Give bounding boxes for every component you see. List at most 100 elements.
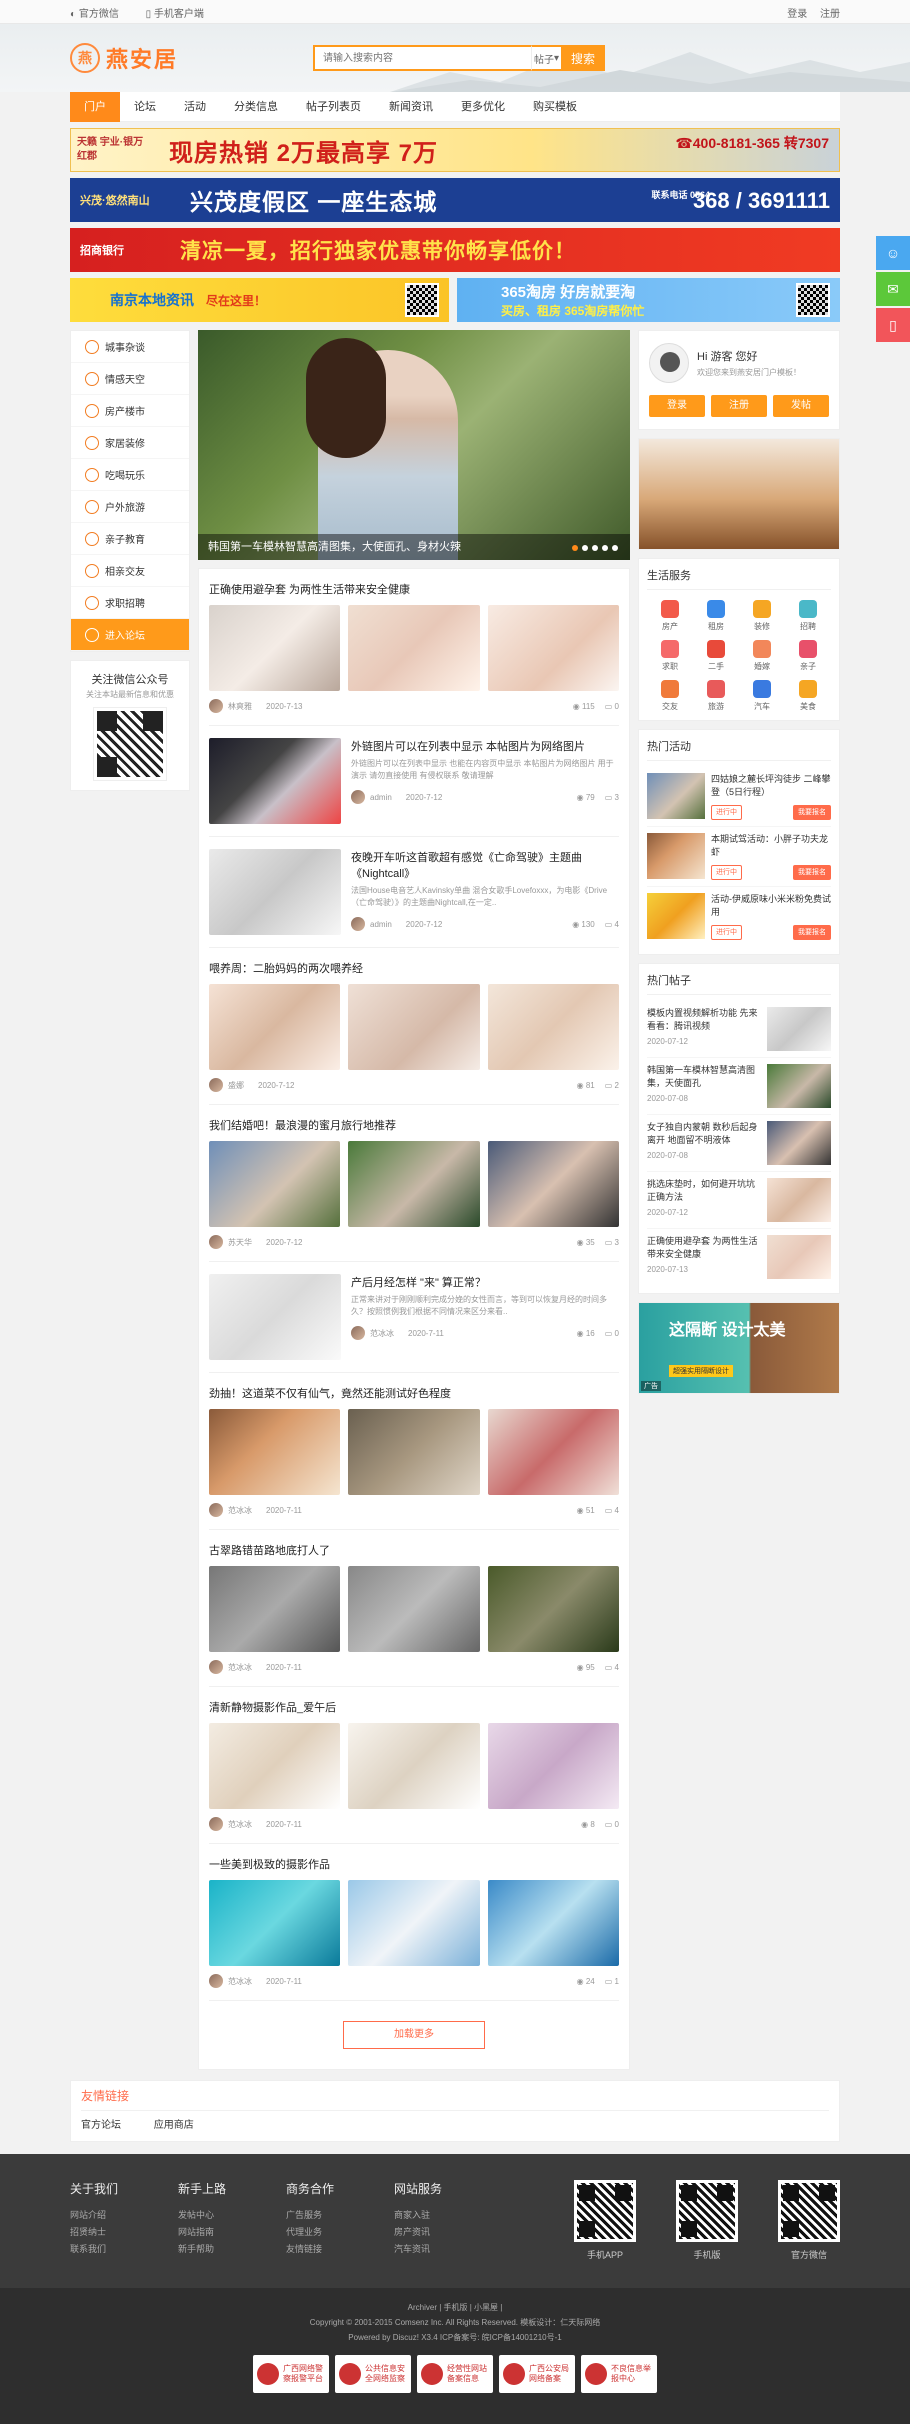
- banner-local-news[interactable]: 南京本地资讯 尽在这里！: [70, 278, 449, 322]
- search-input[interactable]: [313, 45, 532, 71]
- login-button[interactable]: 登录: [649, 395, 705, 417]
- footer-link[interactable]: 汽车资讯: [394, 2241, 502, 2258]
- hot-post-item[interactable]: 模板内置视频解析功能 先来看看：腾讯视频 2020-07-12: [647, 1001, 831, 1058]
- mobile-icon[interactable]: ▯: [876, 308, 910, 342]
- badge-business[interactable]: 经营性网站备案信息: [417, 2355, 493, 2393]
- post-image[interactable]: [348, 1723, 480, 1809]
- signup-button[interactable]: 我要报名: [793, 865, 831, 880]
- footer-link[interactable]: 友情链接: [286, 2241, 394, 2258]
- post-item[interactable]: 喂养周：二胎妈妈的两次喂养经 盛娜 2020-7-12 ◉ 81 ▭ 2: [209, 948, 619, 1105]
- post-item[interactable]: 产后月经怎样 "来" 算正常？ 正常来讲对于刚刚顺利完成分娩的女性而言，等到可以…: [209, 1262, 619, 1373]
- avatar[interactable]: [209, 699, 223, 713]
- post-title[interactable]: 清新静物摄影作品_爱午后: [209, 1699, 619, 1715]
- friend-link[interactable]: 官方论坛: [81, 2120, 121, 2131]
- post-image[interactable]: [209, 1566, 341, 1652]
- post-image[interactable]: [209, 849, 341, 935]
- post-image[interactable]: [209, 1409, 341, 1495]
- nav-item-forum[interactable]: 论坛: [120, 92, 170, 122]
- activity-title[interactable]: 活动-伊威原味小米米粉免费试用: [711, 893, 831, 919]
- customer-service-icon[interactable]: ☺: [876, 236, 910, 270]
- post-title[interactable]: 外链图片可以在列表中显示 本帖图片为网络图片: [351, 738, 619, 754]
- hot-post-image[interactable]: [767, 1064, 831, 1108]
- post-item[interactable]: 劲抽！这道菜不仅有仙气，竟然还能测试好色程度 范冰冰 2020-7-11 ◉ 51 ▭…: [209, 1373, 619, 1530]
- avatar[interactable]: [209, 1817, 223, 1831]
- footer-link[interactable]: 网站指南: [178, 2224, 286, 2241]
- post-title[interactable]: 喂养周：二胎妈妈的两次喂养经: [209, 960, 619, 976]
- category-city-talk[interactable]: 城事杂谈: [71, 331, 189, 363]
- nav-item-thread-list[interactable]: 帖子列表页: [292, 92, 375, 122]
- category-jobs[interactable]: 求职招聘: [71, 587, 189, 619]
- service-dating[interactable]: 交友: [647, 680, 693, 712]
- hot-post-item[interactable]: 正确使用避孕套 为两性生活带来安全健康 2020-07-13: [647, 1229, 831, 1285]
- activity-title[interactable]: 本期试驾活动：小胖子功夫龙虾: [711, 833, 831, 859]
- category-emotion[interactable]: 情感天空: [71, 363, 189, 395]
- activity-image[interactable]: [647, 773, 705, 819]
- hot-post-title[interactable]: 女子独自内蒙朝 数秒后起身离开 地面留不明液体: [647, 1121, 761, 1147]
- nav-item-news[interactable]: 新闻资讯: [375, 92, 447, 122]
- hot-post-title[interactable]: 韩国第一车模林智慧高清图集，天使面孔: [647, 1064, 761, 1090]
- hot-post-item[interactable]: 挑选床垫时，如何避开坑坑正确方法 2020-07-12: [647, 1172, 831, 1229]
- post-item[interactable]: 我们结婚吧！最浪漫的蜜月旅行地推荐 苏天华 2020-7-12 ◉ 35 ▭ 3: [209, 1105, 619, 1262]
- footer-link[interactable]: 房产资讯: [394, 2224, 502, 2241]
- new-post-button[interactable]: 发帖: [773, 395, 829, 417]
- post-image[interactable]: [209, 1880, 341, 1966]
- nav-item-activity[interactable]: 活动: [170, 92, 220, 122]
- category-decoration[interactable]: 家居装修: [71, 427, 189, 459]
- service-rent[interactable]: 租房: [693, 600, 739, 632]
- right-ad-banner[interactable]: 这隔断 设计太美 超强实用隔断设计 广告: [638, 1302, 840, 1394]
- post-title[interactable]: 正确使用避孕套 为两性生活带来安全健康: [209, 581, 619, 597]
- avatar[interactable]: [209, 1660, 223, 1674]
- footer-link[interactable]: 代理业务: [286, 2224, 394, 2241]
- nav-item-buy-template[interactable]: 购买模板: [519, 92, 591, 122]
- post-image[interactable]: [487, 1566, 619, 1652]
- category-dating[interactable]: 相亲交友: [71, 555, 189, 587]
- footer-link[interactable]: 联系我们: [70, 2241, 178, 2258]
- image-slider[interactable]: 韩国第一车模林智慧高清图集，大使面孔、身材火辣: [198, 330, 630, 560]
- banner-house-hunting[interactable]: 365淘房 好房就要淘 买房、租房 365淘房帮你忙: [457, 278, 840, 322]
- search-scope-select[interactable]: 帖子 ▾: [531, 45, 562, 71]
- post-image[interactable]: [348, 1566, 480, 1652]
- signup-button[interactable]: 我要报名: [793, 805, 831, 820]
- post-title[interactable]: 古翠路错苗路地底打人了: [209, 1542, 619, 1558]
- register-button[interactable]: 注册: [711, 395, 767, 417]
- service-food[interactable]: 美食: [785, 680, 831, 712]
- post-image[interactable]: [209, 984, 341, 1070]
- hot-post-image[interactable]: [767, 1178, 831, 1222]
- hot-post-title[interactable]: 挑选床垫时，如何避开坑坑正确方法: [647, 1178, 761, 1204]
- banner-resort[interactable]: 兴茂·悠然南山 兴茂度假区 一座生态城 联系电话 0564 368 / 3691…: [70, 178, 840, 222]
- slider-dot[interactable]: [572, 545, 578, 551]
- post-title[interactable]: 产后月经怎样 "来" 算正常？: [351, 1274, 619, 1290]
- post-item[interactable]: 正确使用避孕套 为两性生活带来安全健康 林爽雅 2020-7-13 ◉ 115 ▭ 0: [209, 569, 619, 726]
- activity-title[interactable]: 四姑娘之麓长坪沟徒步 二峰攀登（5日行程）: [711, 773, 831, 799]
- category-parenting[interactable]: 亲子教育: [71, 523, 189, 555]
- banner-bank[interactable]: 招商银行 清凉一夏，招行独家优惠带你畅享低价！: [70, 228, 840, 272]
- hot-post-item[interactable]: 女子独自内蒙朝 数秒后起身离开 地面留不明液体 2020-07-08: [647, 1115, 831, 1172]
- badge-report[interactable]: 不良信息举报中心: [581, 2355, 657, 2393]
- hot-post-title[interactable]: 正确使用避孕套 为两性生活带来安全健康: [647, 1235, 761, 1261]
- avatar[interactable]: [351, 917, 365, 931]
- register-link[interactable]: 注册: [820, 9, 840, 20]
- avatar[interactable]: [209, 1503, 223, 1517]
- slider-dot[interactable]: [612, 545, 618, 551]
- hot-post-image[interactable]: [767, 1121, 831, 1165]
- post-image[interactable]: [348, 984, 480, 1070]
- post-image[interactable]: [348, 605, 480, 691]
- post-image[interactable]: [209, 1274, 341, 1360]
- post-image[interactable]: [487, 984, 619, 1070]
- service-job-seek[interactable]: 求职: [647, 640, 693, 672]
- post-item[interactable]: 清新静物摄影作品_爱午后 范冰冰 2020-7-11 ◉ 8 ▭ 0: [209, 1687, 619, 1844]
- post-image[interactable]: [209, 1141, 341, 1227]
- nav-item-more[interactable]: 更多优化: [447, 92, 519, 122]
- category-food-fun[interactable]: 吃喝玩乐: [71, 459, 189, 491]
- footer-link[interactable]: 招贤纳士: [70, 2224, 178, 2241]
- avatar[interactable]: [351, 1326, 365, 1340]
- enter-forum-button[interactable]: 进入论坛: [71, 619, 189, 651]
- service-decoration[interactable]: 装修: [739, 600, 785, 632]
- category-travel[interactable]: 户外旅游: [71, 491, 189, 523]
- post-image[interactable]: [209, 605, 341, 691]
- post-image[interactable]: [348, 1409, 480, 1495]
- wechat-link[interactable]: ◐ 官方微信: [70, 9, 131, 20]
- service-parenting[interactable]: 亲子: [785, 640, 831, 672]
- feature-image[interactable]: [638, 438, 840, 550]
- avatar[interactable]: [209, 1974, 223, 1988]
